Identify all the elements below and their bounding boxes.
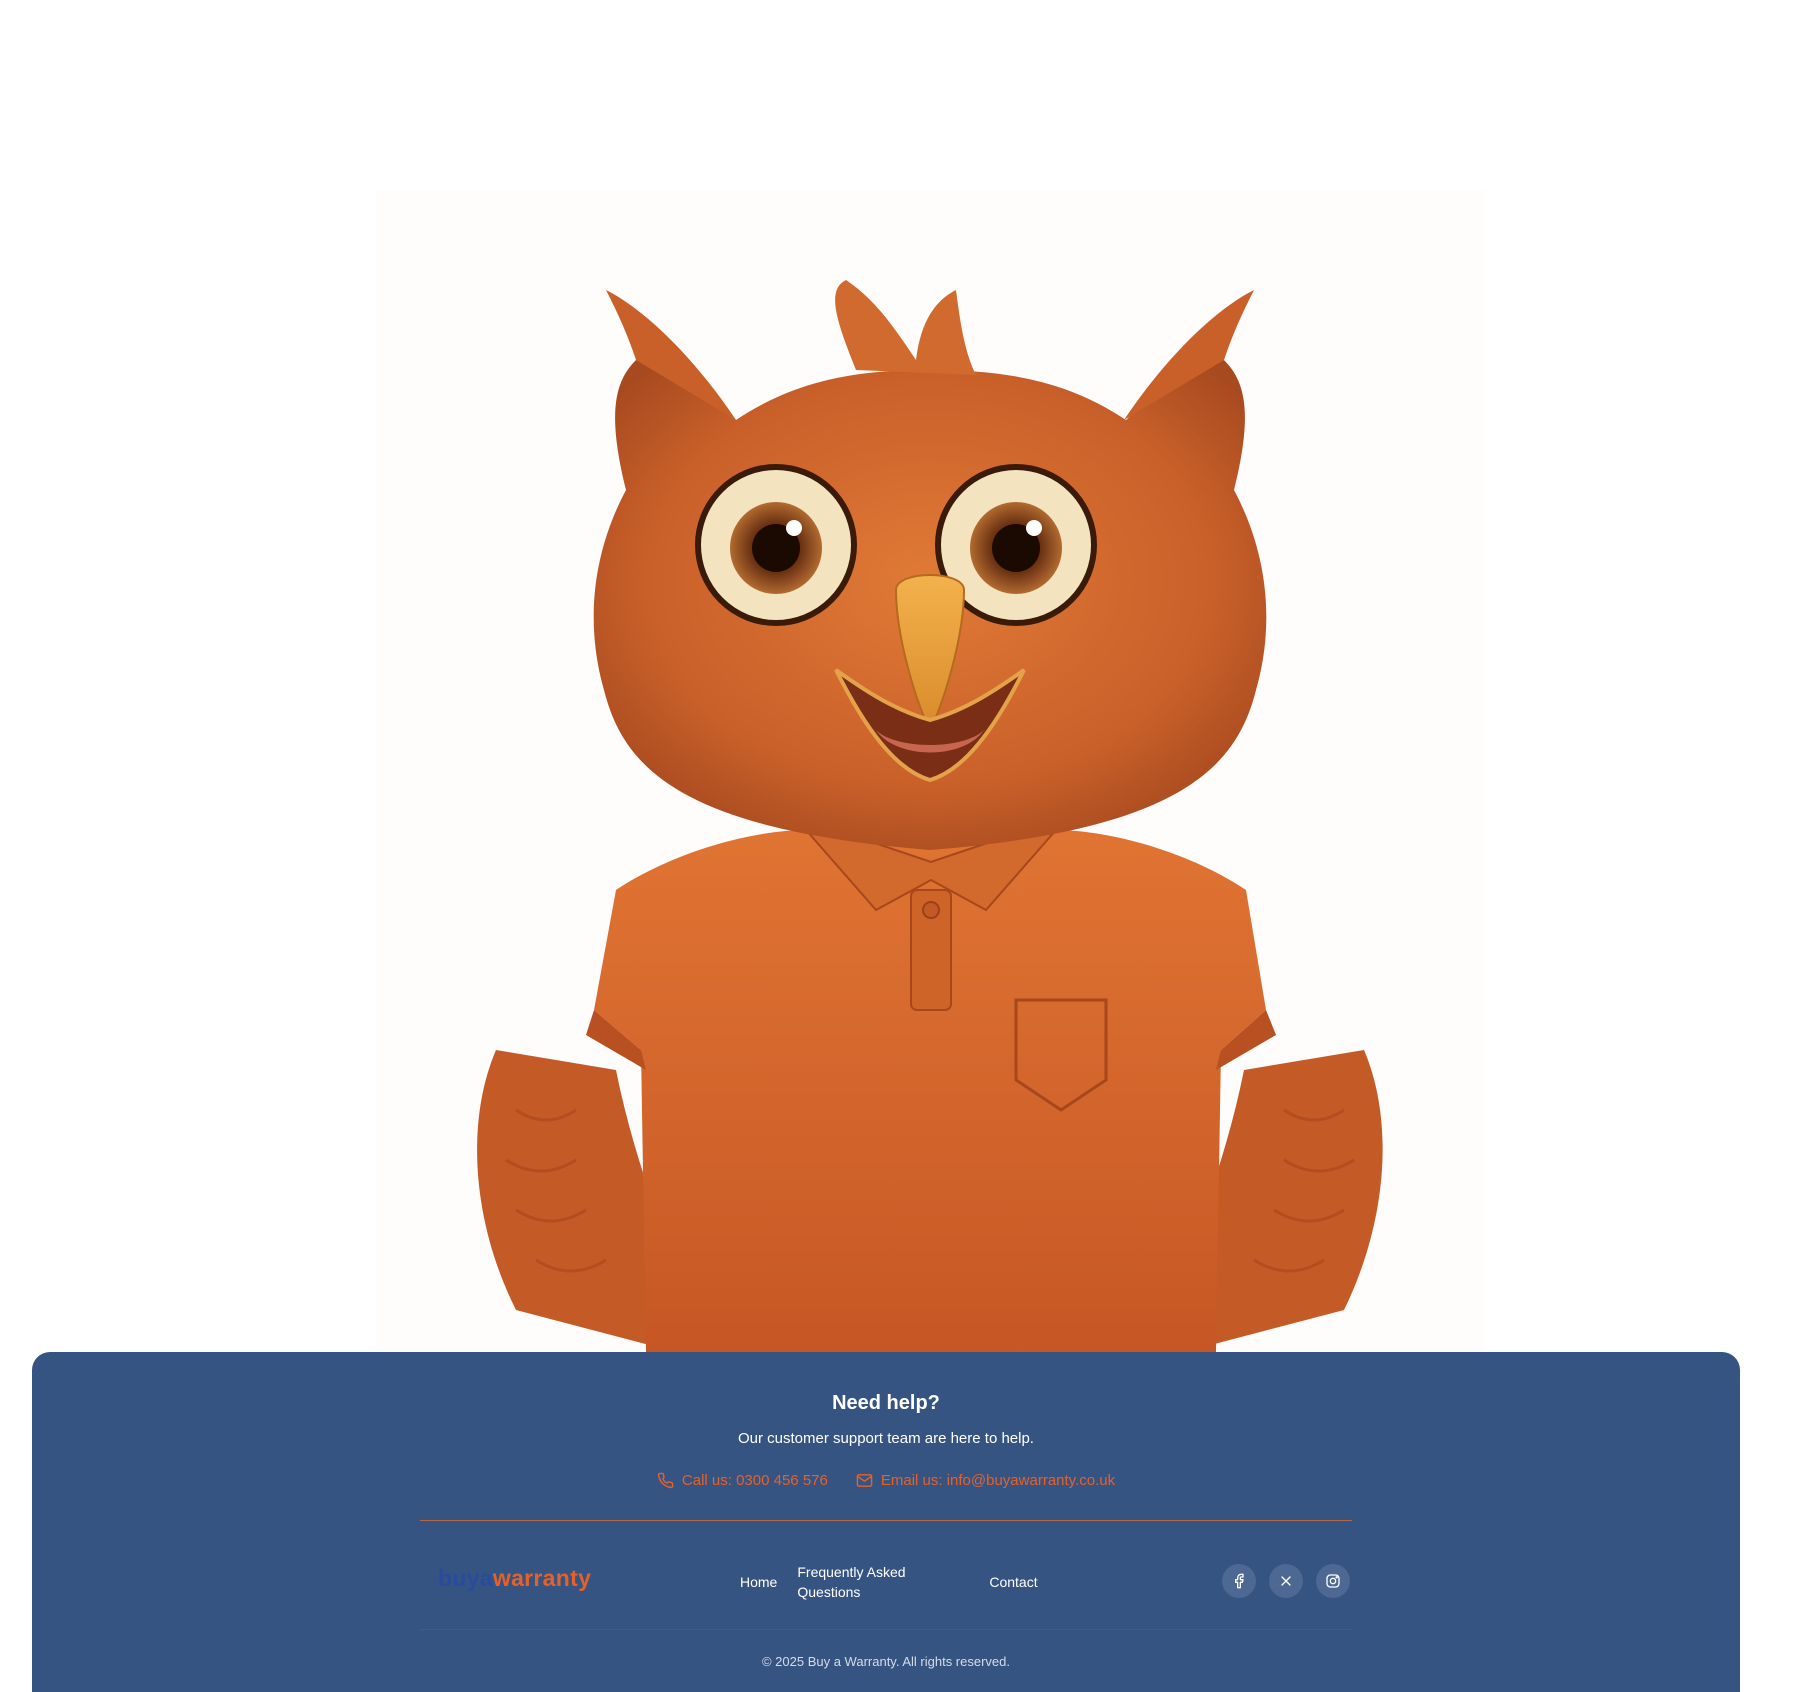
logo-part-buya: buya xyxy=(438,1565,493,1591)
instagram-icon xyxy=(1326,1574,1340,1588)
mail-icon xyxy=(856,1474,873,1487)
logo-part-warranty: warranty xyxy=(492,1565,592,1591)
help-subtitle: Our customer support team are here to he… xyxy=(738,1430,1034,1447)
help-title: Need help? xyxy=(832,1392,940,1414)
buyawarranty-logo[interactable]: buyawarranty xyxy=(438,1565,591,1592)
nav-faq-link[interactable]: Frequently Asked Questions xyxy=(797,1562,917,1602)
contact-row: Call us: 0300 456 576 Email us: info@buy… xyxy=(32,1472,1740,1489)
call-us-link[interactable]: Call us: 0300 456 576 xyxy=(657,1472,828,1489)
copyright-text: © 2025 Buy a Warranty. All rights reserv… xyxy=(761,1654,1010,1669)
owl-mascot-illustration xyxy=(477,280,1383,1352)
footer-nav: Home Frequently Asked Questions Contact xyxy=(740,1559,1038,1605)
footer-divider-bottom xyxy=(420,1629,1352,1630)
email-us-link[interactable]: Email us: info@buyawarranty.co.uk xyxy=(856,1472,1115,1489)
mascot-image xyxy=(376,190,1484,1352)
footer-divider xyxy=(420,1520,1352,1521)
phone-label: Call us: 0300 456 576 xyxy=(681,1472,828,1489)
x-button[interactable] xyxy=(1269,1564,1303,1598)
social-links xyxy=(1222,1564,1350,1598)
phone-icon xyxy=(657,1472,674,1489)
footer: Need help? Our customer support team are… xyxy=(32,1352,1740,1692)
email-label: Email us: info@buyawarranty.co.uk xyxy=(880,1472,1116,1489)
x-icon xyxy=(1281,1576,1291,1586)
instagram-button[interactable] xyxy=(1316,1564,1350,1598)
facebook-button[interactable] xyxy=(1222,1564,1256,1598)
nav-home-link[interactable]: Home xyxy=(740,1572,777,1592)
nav-contact-link[interactable]: Contact xyxy=(989,1572,1037,1592)
facebook-icon xyxy=(1235,1573,1244,1589)
